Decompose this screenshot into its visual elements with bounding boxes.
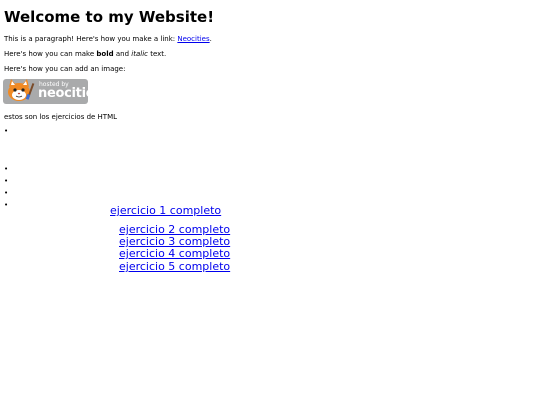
list-bullet: • [4, 189, 9, 197]
paragraph-image: Here's how you can add an image: [4, 65, 126, 73]
page-title: Welcome to my Website! [4, 8, 215, 26]
exercise-4-link[interactable]: ejercicio 4 completo [119, 248, 230, 260]
italic-text: italic [131, 50, 148, 58]
exercise-1-link[interactable]: ejercicio 1 completo [110, 205, 221, 217]
exercises-subtitle: estos son los ejercicios de HTML [4, 113, 118, 121]
paragraph-formatting-and: and [113, 50, 132, 58]
list-bullet: • [4, 127, 9, 135]
paragraph-link-text: This is a paragraph! Here's how you make… [4, 35, 178, 43]
bold-text: bold [96, 50, 114, 58]
paragraph-link: This is a paragraph! Here's how you make… [4, 34, 212, 44]
paragraph-formatting: Here's how you can make bold and italic … [4, 49, 166, 59]
neocities-cat-icon [8, 79, 35, 101]
paragraph-formatting-end: text. [147, 50, 167, 58]
paragraph-link-end: . [209, 35, 212, 43]
neocities-link[interactable]: Neocities [177, 35, 209, 43]
badge-neocities: neocities [38, 86, 88, 101]
list-bullet: • [4, 177, 9, 185]
neocities-badge-image[interactable]: hosted by neocities [3, 79, 88, 104]
paragraph-formatting-text: Here's how you can make [4, 50, 97, 58]
exercise-5-link[interactable]: ejercicio 5 completo [119, 261, 230, 273]
list-bullet: • [4, 201, 9, 209]
list-bullet: • [4, 165, 9, 173]
